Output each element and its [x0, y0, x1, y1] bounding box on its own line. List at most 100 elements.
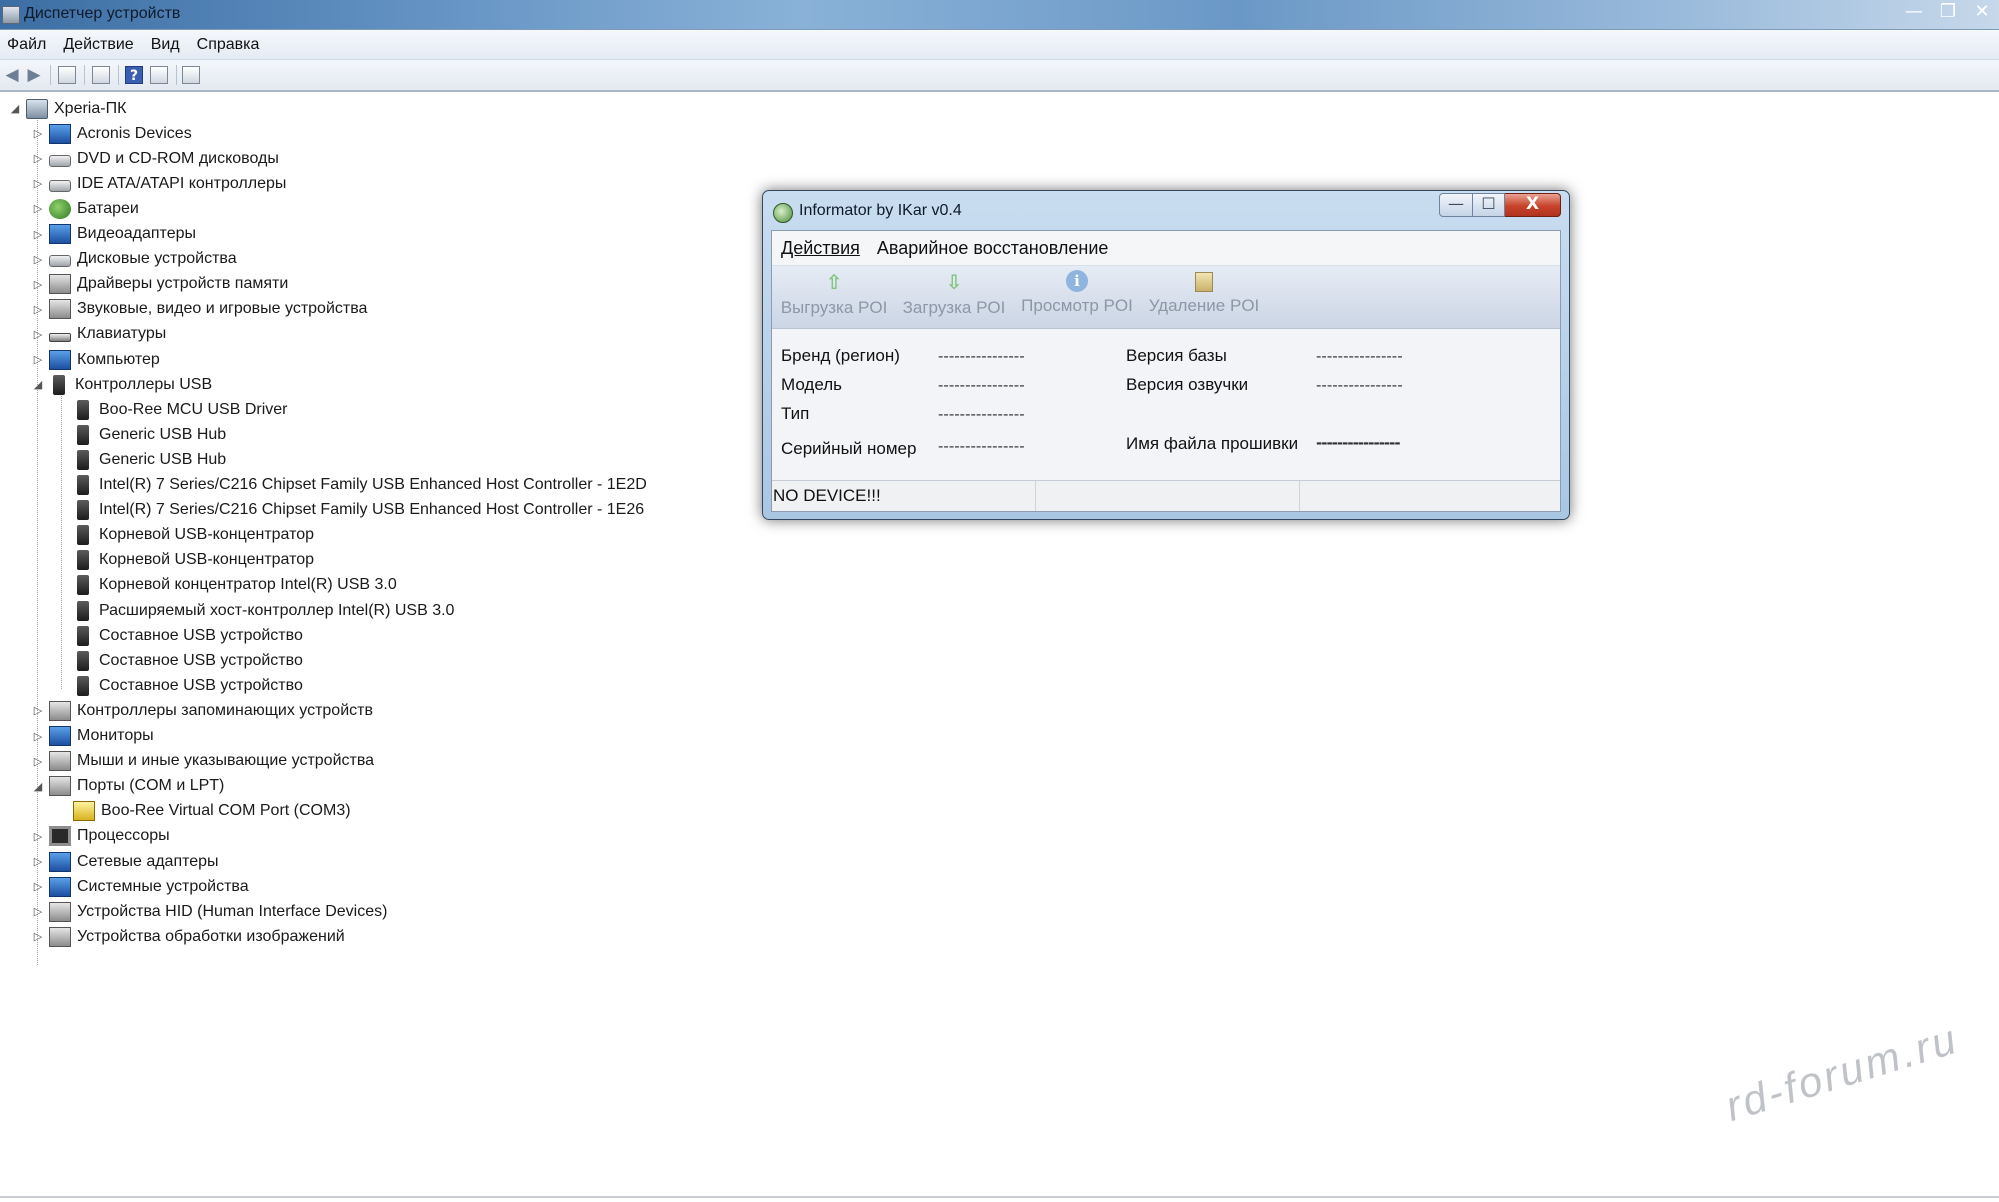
dialog-minimize-button[interactable]: —	[1439, 193, 1473, 217]
tree-item-label: Мониторы	[77, 727, 154, 744]
tree-root[interactable]: ◢ Xperia-ПК	[8, 96, 126, 121]
expand-icon[interactable]: ▷	[31, 253, 45, 266]
tree-item[interactable]: ▷ DVD и CD-ROM дисководы	[31, 146, 279, 171]
device-category-icon	[49, 274, 71, 295]
tree-item[interactable]: ▷ Системные устройства	[31, 874, 249, 899]
menu-action[interactable]: Действие	[63, 36, 133, 54]
tree-item[interactable]: Составное USB устройство	[55, 648, 303, 673]
expand-icon[interactable]: ▷	[31, 278, 45, 291]
scan-hardware-icon[interactable]	[182, 66, 200, 84]
tree-item-label: Расширяемый хост-контроллер Intel(R) USB…	[99, 601, 455, 619]
voice-version-value: ----------------	[1316, 376, 1403, 394]
action-pane-icon[interactable]	[150, 66, 168, 84]
tree-item[interactable]: ▷ Звуковые, видео и игровые устройства	[31, 297, 367, 322]
tree-item[interactable]: Составное USB устройство	[55, 673, 303, 698]
tree-item[interactable]: ▷ Компьютер	[31, 347, 160, 372]
import-poi-button[interactable]: ⇩ Загрузка POI	[898, 270, 1010, 326]
expand-icon[interactable]: ▷	[31, 704, 45, 717]
expand-icon[interactable]: ▷	[31, 830, 45, 843]
tree-item[interactable]: ▷ Видеоадаптеры	[31, 222, 196, 247]
expand-icon[interactable]: ▷	[31, 328, 45, 341]
expand-icon[interactable]: ▷	[31, 202, 45, 215]
view-poi-button[interactable]: i Просмотр POI	[1020, 270, 1134, 326]
collapse-icon[interactable]: ◢	[31, 378, 45, 391]
tree-item[interactable]: ▷ IDE ATA/ATAPI контроллеры	[31, 171, 286, 196]
arrow-down-icon: ⇩	[945, 270, 963, 294]
expand-icon[interactable]: ▷	[31, 127, 45, 140]
expand-icon[interactable]: ▷	[31, 880, 45, 893]
tree-item[interactable]: Корневой концентратор Intel(R) USB 3.0	[55, 573, 397, 598]
expand-icon[interactable]: ▷	[31, 930, 45, 943]
status-pane-3	[1300, 481, 1560, 511]
menu-actions[interactable]: Действия	[781, 238, 860, 259]
arrow-right-icon[interactable]: ▶	[25, 66, 43, 84]
expand-icon[interactable]: ▷	[31, 905, 45, 918]
collapse-icon[interactable]: ◢	[8, 102, 22, 115]
expand-icon[interactable]: ▷	[31, 228, 45, 241]
restore-button[interactable]: ❐	[1931, 0, 1965, 26]
drive-icon	[49, 255, 71, 268]
expand-icon[interactable]: ▷	[31, 177, 45, 190]
tree-item[interactable]: ▷ Устройства HID (Human Interface Devices…	[31, 899, 387, 924]
device-category-icon	[49, 876, 71, 897]
expand-icon[interactable]: ▷	[31, 303, 45, 316]
tree-item[interactable]: Корневой USB-концентратор	[55, 548, 314, 573]
tree-item-label: IDE ATA/ATAPI контроллеры	[77, 174, 287, 192]
tree-item-label: Дисковые устройства	[77, 250, 237, 268]
device-category-icon	[49, 901, 71, 922]
tree-item[interactable]: ◢ Контроллеры USB	[31, 372, 212, 397]
toolbar-separator	[176, 65, 177, 85]
tree-item-label: Сетевые адаптеры	[77, 852, 219, 870]
tree-item[interactable]: ▷ Мыши и иные указывающие устройства	[31, 749, 374, 774]
tree-item[interactable]: Generic USB Hub	[55, 422, 226, 447]
dialog-close-button[interactable]: X	[1505, 193, 1561, 217]
tree-item[interactable]: Boo-Ree MCU USB Driver	[55, 397, 287, 422]
tree-item[interactable]: Generic USB Hub	[55, 447, 226, 472]
tree-item-label: Составное USB устройство	[99, 651, 303, 669]
menu-help[interactable]: Справка	[197, 36, 260, 54]
tree-item[interactable]: ▷ Сетевые адаптеры	[31, 849, 219, 874]
tree-item[interactable]: ◢ Порты (COM и LPT)	[31, 774, 224, 799]
tree-item[interactable]: ▷ Батареи	[31, 196, 139, 221]
tree-item[interactable]: Корневой USB-концентратор	[55, 523, 314, 548]
usb-device-icon	[77, 449, 89, 470]
tree-item[interactable]: Intel(R) 7 Series/C216 Chipset Family US…	[55, 498, 644, 523]
tree-item[interactable]: Intel(R) 7 Series/C216 Chipset Family US…	[55, 473, 647, 498]
tree-item[interactable]: ▷ Дисковые устройства	[31, 247, 237, 272]
tree-item[interactable]: ▷ Контроллеры запоминающих устройств	[31, 698, 373, 723]
export-poi-button[interactable]: ⇧ Выгрузка POI	[778, 270, 890, 326]
expand-icon[interactable]: ▷	[31, 730, 45, 743]
minimize-button[interactable]: —	[1897, 0, 1931, 26]
show-hide-console-tree-icon[interactable]	[58, 66, 76, 84]
tree-item-label: Корневой концентратор Intel(R) USB 3.0	[99, 576, 397, 594]
help-icon[interactable]: ?	[125, 66, 143, 84]
firmware-file-value: ----------------	[1316, 434, 1401, 452]
tree-item[interactable]: ▷ Клавиатуры	[31, 322, 167, 347]
expand-icon[interactable]: ▷	[31, 855, 45, 868]
dialog-maximize-button[interactable]: ☐	[1473, 193, 1505, 217]
tree-item[interactable]: Расширяемый хост-контроллер Intel(R) USB…	[55, 598, 454, 623]
delete-poi-button[interactable]: Удаление POI	[1146, 270, 1262, 326]
tree-item[interactable]: ▷ Acronis Devices	[31, 121, 192, 146]
expand-icon[interactable]: ▷	[31, 755, 45, 768]
tree-item[interactable]: ▷ Устройства обработки изображений	[31, 924, 345, 949]
tree-item[interactable]: ▷ Мониторы	[31, 724, 154, 749]
properties-icon[interactable]	[92, 66, 110, 84]
type-value: ----------------	[938, 405, 1025, 423]
tree-item[interactable]: ▷ Драйверы устройств памяти	[31, 272, 288, 297]
close-button[interactable]: ✕	[1965, 0, 1999, 26]
tree-item[interactable]: Boo-Ree Virtual COM Port (COM3)	[55, 799, 351, 824]
menu-view[interactable]: Вид	[151, 36, 180, 54]
tree-item[interactable]: ▷ Процессоры	[31, 824, 170, 849]
menu-emergency-recovery[interactable]: Аварийное восстановление	[877, 238, 1109, 259]
arrow-left-icon[interactable]: ◀	[3, 66, 21, 84]
computer-icon	[26, 98, 48, 119]
collapse-icon[interactable]: ◢	[31, 780, 45, 793]
battery-icon	[49, 198, 71, 219]
expand-icon[interactable]: ▷	[31, 353, 45, 366]
expand-icon[interactable]: ▷	[31, 152, 45, 165]
device-category-icon	[49, 299, 71, 320]
menu-file[interactable]: Файл	[7, 36, 46, 54]
tree-item[interactable]: Составное USB устройство	[55, 623, 303, 648]
device-category-icon	[49, 926, 71, 947]
